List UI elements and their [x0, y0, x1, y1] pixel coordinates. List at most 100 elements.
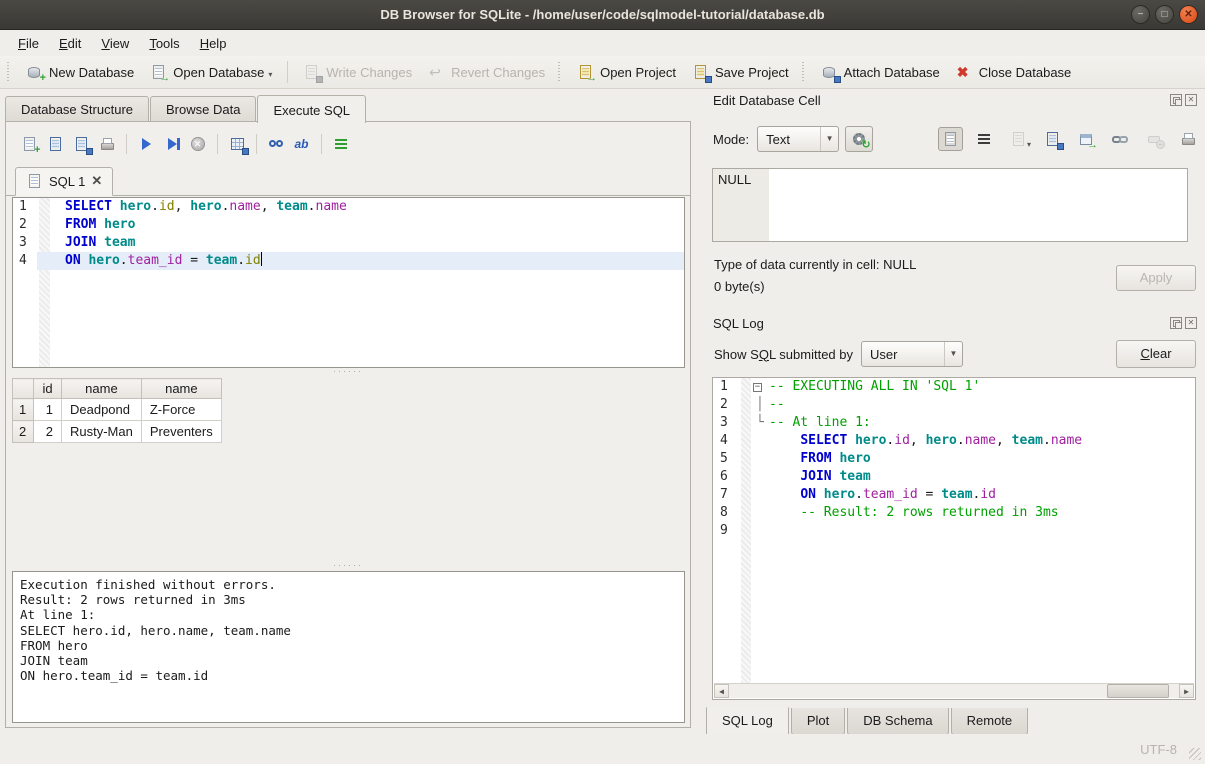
menu-tools[interactable]: Tools: [139, 32, 189, 55]
open-project-label: Open Project: [600, 65, 676, 80]
open-project-button[interactable]: →Open Project: [569, 60, 684, 84]
sql-doc-icon: [26, 173, 43, 189]
column-header-name-2[interactable]: name: [141, 379, 221, 399]
menu-help[interactable]: Help: [190, 32, 237, 55]
close-sql-tab-icon[interactable]: ✕: [91, 173, 102, 189]
attach-database-button[interactable]: Attach Database: [813, 60, 948, 84]
execute-all-button[interactable]: [133, 131, 159, 157]
apply-button[interactable]: Apply: [1116, 265, 1196, 291]
open-database-label: Open Database: [173, 65, 264, 80]
new-database-icon: +: [26, 64, 43, 80]
revert-changes-button: Revert Changes: [420, 60, 553, 84]
find-replace-button[interactable]: [263, 131, 289, 157]
fold-marker: └: [753, 414, 769, 432]
auto-format-button[interactable]: [289, 131, 315, 157]
dock-tab-plot[interactable]: Plot: [791, 708, 845, 735]
sql-editor[interactable]: 1SELECT hero.id, hero.name, team.name2FR…: [12, 197, 685, 368]
table-row[interactable]: 22Rusty-ManPreventers: [13, 421, 222, 443]
close-panel-icon[interactable]: ✕: [1185, 317, 1197, 329]
dock-tab-db-schema[interactable]: DB Schema: [847, 708, 948, 735]
row-header[interactable]: 2: [13, 421, 34, 443]
toolbar-handle[interactable]: [802, 62, 808, 82]
sql-log-view[interactable]: 1−-- EXECUTING ALL IN 'SQL 1'2│--3└-- At…: [712, 377, 1196, 700]
write-changes-button: Write Changes: [295, 60, 420, 84]
line-number: 3: [713, 414, 739, 432]
tab-browse-data[interactable]: Browse Data: [150, 96, 256, 122]
scrollbar-track[interactable]: [729, 684, 1179, 698]
tab-execute-sql[interactable]: Execute SQL: [257, 95, 366, 123]
toolbar-handle[interactable]: [558, 62, 564, 82]
column-header-id-0[interactable]: id: [34, 379, 62, 399]
auto-apply-button[interactable]: ↻: [845, 126, 873, 152]
save-project-button[interactable]: Save Project: [684, 60, 797, 84]
maximize-button[interactable]: □: [1155, 5, 1174, 24]
cell-edit-area[interactable]: NULL: [712, 168, 1188, 242]
close-database-button[interactable]: Close Database: [948, 60, 1080, 84]
titlebar[interactable]: DB Browser for SQLite - /home/user/code/…: [0, 0, 1205, 30]
save-results-button[interactable]: ▾: [224, 131, 250, 157]
new-sql-tab-button[interactable]: +: [16, 131, 42, 157]
wrap-lines-button[interactable]: [972, 127, 997, 151]
close-panel-icon[interactable]: ✕: [1185, 94, 1197, 106]
column-header-name-1[interactable]: name: [62, 379, 142, 399]
revert-changes-icon: [428, 64, 445, 80]
cell[interactable]: 1: [34, 399, 62, 421]
row-header[interactable]: 1: [13, 399, 34, 421]
clear-log-button[interactable]: Clear: [1116, 340, 1196, 368]
filter-label: Show SQL submitted by: [714, 347, 853, 362]
cell[interactable]: Deadpond: [62, 399, 142, 421]
close-button[interactable]: ✕: [1179, 5, 1198, 24]
copy-link-button[interactable]: [1108, 127, 1133, 151]
float-panel-icon[interactable]: [1170, 317, 1182, 329]
code-line: 5 FROM hero: [713, 450, 1195, 468]
line-number: 2: [713, 396, 739, 414]
open-sql-file-button[interactable]: [42, 131, 68, 157]
sql-tab[interactable]: SQL 1 ✕: [15, 167, 113, 196]
float-panel-icon[interactable]: [1170, 94, 1182, 106]
execute-line-icon: [164, 136, 181, 152]
code-line: 1SELECT hero.id, hero.name, team.name: [13, 198, 684, 216]
export-data-button[interactable]: [1040, 127, 1065, 151]
dock-tab-remote[interactable]: Remote: [951, 708, 1029, 735]
log-filter-select[interactable]: User ▼: [861, 341, 963, 367]
resize-grip[interactable]: [1189, 748, 1201, 760]
window-title: DB Browser for SQLite - /home/user/code/…: [380, 7, 824, 22]
main-area: Database StructureBrowse DataExecute SQL…: [0, 89, 1205, 734]
cell-mode-select[interactable]: Text ▼: [757, 126, 839, 152]
tab-database-structure[interactable]: Database Structure: [5, 96, 149, 122]
dock-tab-bar: SQL LogPlotDB SchemaRemote: [706, 708, 1030, 737]
cell[interactable]: Preventers: [141, 421, 221, 443]
scrollbar-thumb[interactable]: [1107, 684, 1169, 698]
splitter-handle[interactable]: ······: [6, 563, 690, 570]
splitter-handle[interactable]: ······: [6, 369, 690, 376]
print-button[interactable]: [94, 131, 120, 157]
open-database-button[interactable]: →Open Database▾: [142, 60, 280, 84]
toolbar-handle[interactable]: [7, 62, 13, 82]
cell[interactable]: Rusty-Man: [62, 421, 142, 443]
results-table[interactable]: idnamename11DeadpondZ-Force22Rusty-ManPr…: [12, 378, 222, 443]
new-database-button[interactable]: +New Database: [18, 60, 142, 84]
print-button[interactable]: [1176, 127, 1201, 151]
fold-marker[interactable]: −: [753, 378, 769, 396]
find-replace-icon: [268, 136, 285, 152]
word-wrap-button[interactable]: [328, 131, 354, 157]
encoding-indicator[interactable]: UTF-8: [1140, 742, 1177, 757]
scroll-left-icon[interactable]: ◀: [714, 684, 729, 698]
menu-file[interactable]: File: [8, 32, 49, 55]
cell[interactable]: Z-Force: [141, 399, 221, 421]
dock-tab-sql-log[interactable]: SQL Log: [706, 707, 789, 737]
table-row[interactable]: 11DeadpondZ-Force: [13, 399, 222, 421]
menu-edit[interactable]: Edit: [49, 32, 91, 55]
write-changes-icon: [303, 64, 320, 80]
minimize-button[interactable]: −: [1131, 5, 1150, 24]
save-sql-file-button[interactable]: ▾: [68, 131, 94, 157]
text-view-button[interactable]: [938, 127, 963, 151]
horizontal-scrollbar[interactable]: ◀ ▶: [714, 683, 1194, 698]
menu-view[interactable]: View: [91, 32, 139, 55]
open-external-button[interactable]: →: [1074, 127, 1099, 151]
cell[interactable]: 2: [34, 421, 62, 443]
scroll-right-icon[interactable]: ▶: [1179, 684, 1194, 698]
execute-line-button[interactable]: [159, 131, 185, 157]
save-results-icon: [229, 136, 246, 152]
attach-database-label: Attach Database: [844, 65, 940, 80]
